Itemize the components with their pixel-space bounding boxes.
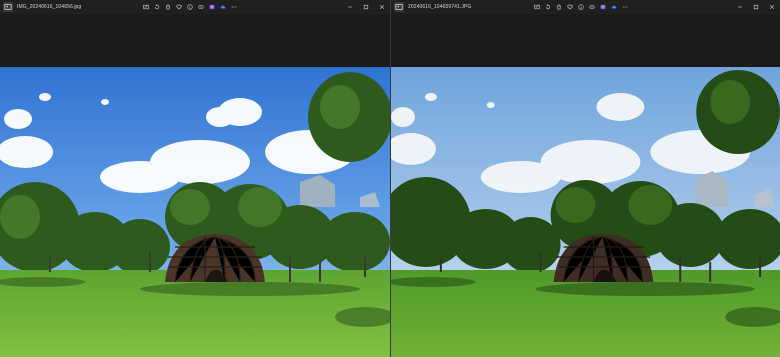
toolbar (142, 2, 237, 11)
viewer-background (391, 14, 780, 67)
viewer-background (0, 14, 390, 67)
photos-app-icon (394, 2, 404, 12)
info-icon[interactable] (577, 2, 584, 11)
rotate-icon[interactable] (153, 2, 160, 11)
more-icon[interactable] (621, 2, 628, 11)
favorite-icon[interactable] (566, 2, 573, 11)
delete-icon[interactable] (555, 2, 562, 11)
edit-icon[interactable] (142, 2, 149, 11)
photo-image (391, 67, 780, 357)
toolbar (533, 2, 628, 11)
ai-edit-icon[interactable] (208, 2, 215, 11)
cloud-icon[interactable] (610, 2, 617, 11)
maximize-icon[interactable] (362, 2, 370, 11)
minimize-icon[interactable] (346, 2, 354, 11)
photos-window-right: 20240616_104659741.JPG (390, 0, 780, 357)
edit-icon[interactable] (533, 2, 540, 11)
share-icon[interactable] (197, 2, 204, 11)
share-icon[interactable] (588, 2, 595, 11)
photos-window-left: IMG_20240616_104656.jpg (0, 0, 390, 357)
photo-compare-screen: IMG_20240616_104656.jpg 20240616_1046597… (0, 0, 780, 357)
window-controls (736, 2, 776, 11)
file-name: IMG_20240616_104656.jpg (17, 4, 82, 10)
photo-image (0, 67, 390, 357)
rotate-icon[interactable] (544, 2, 551, 11)
file-name: 20240616_104659741.JPG (408, 4, 472, 10)
photos-app-icon (3, 2, 13, 12)
close-icon[interactable] (768, 2, 776, 11)
minimize-icon[interactable] (736, 2, 744, 11)
cloud-icon[interactable] (219, 2, 226, 11)
favorite-icon[interactable] (175, 2, 182, 11)
delete-icon[interactable] (164, 2, 171, 11)
maximize-icon[interactable] (752, 2, 760, 11)
more-icon[interactable] (230, 2, 237, 11)
close-icon[interactable] (378, 2, 386, 11)
ai-edit-icon[interactable] (599, 2, 606, 11)
window-controls (346, 2, 386, 11)
info-icon[interactable] (186, 2, 193, 11)
